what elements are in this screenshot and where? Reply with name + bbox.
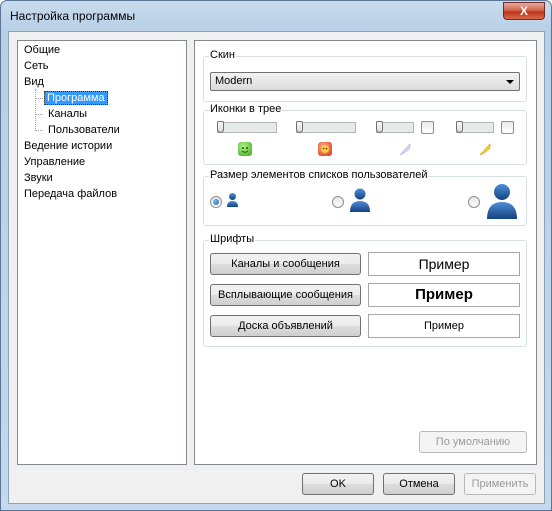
fonts-group-label: Шрифты — [209, 233, 256, 245]
tree-item-program[interactable]: Программа — [44, 91, 108, 105]
bulletin-board-font-button[interactable]: Доска объявлений — [210, 315, 361, 337]
popup-messages-font-sample: Пример — [368, 283, 520, 307]
tray-checkbox-4[interactable] — [501, 121, 514, 134]
tray-slider-4-thumb[interactable] — [456, 121, 463, 133]
tree-item-general[interactable]: Общие — [24, 43, 60, 57]
size-medium-radio[interactable] — [332, 196, 344, 208]
channels-messages-font-sample: Пример — [368, 252, 520, 276]
tray-checkbox-3[interactable] — [421, 121, 434, 134]
skin-select-value: Modern — [215, 75, 253, 87]
cancel-button[interactable]: Отмена — [383, 473, 455, 495]
tree-item-users[interactable]: Пользователи — [48, 123, 120, 137]
popup-messages-font-button[interactable]: Всплывающие сообщения — [210, 284, 361, 306]
tree-item-history[interactable]: Ведение истории — [24, 139, 112, 153]
skin-group: Скин Modern — [203, 49, 527, 102]
fonts-group: Шрифты Каналы и сообщения Пример Всплыва… — [203, 233, 527, 347]
tray-slider-3-thumb[interactable] — [376, 121, 383, 133]
user-medium-icon — [349, 187, 371, 213]
user-large-icon — [486, 182, 518, 220]
tray-slider-2-thumb[interactable] — [296, 121, 303, 133]
user-list-size-label: Размер элементов списков пользователей — [209, 169, 429, 181]
tree-item-control[interactable]: Управление — [24, 155, 85, 169]
tree-connector — [35, 89, 36, 131]
close-button[interactable]: X — [503, 2, 545, 20]
tree-connector — [35, 98, 43, 99]
feather-lavender-icon — [398, 142, 412, 156]
settings-tree: Общие Сеть Вид Программа Каналы Пользова… — [17, 40, 187, 465]
chevron-down-icon — [506, 80, 514, 84]
size-large-radio[interactable] — [468, 196, 480, 208]
tray-icons-group-label: Иконки в трее — [209, 103, 283, 115]
channels-messages-font-button[interactable]: Каналы и сообщения — [210, 253, 361, 275]
tree-item-program-label: Программа — [44, 91, 108, 105]
bulletin-board-font-sample: Пример — [368, 314, 520, 338]
tray-slider-1[interactable] — [217, 122, 277, 133]
tree-connector — [35, 130, 43, 131]
smile-green-icon — [238, 142, 252, 156]
tree-item-view[interactable]: Вид — [24, 75, 44, 89]
angry-red-icon — [318, 142, 332, 156]
settings-panel: Скин Modern Иконки в трее Размер элемент… — [194, 40, 537, 465]
tray-icons-group: Иконки в трее — [203, 103, 527, 165]
tree-item-channels[interactable]: Каналы — [48, 107, 87, 121]
client-area: Общие Сеть Вид Программа Каналы Пользова… — [8, 31, 545, 504]
tree-connector — [35, 114, 43, 115]
settings-window: Настройка программы X Общие Сеть Вид Про… — [0, 0, 552, 511]
close-icon: X — [519, 4, 528, 18]
tree-item-network[interactable]: Сеть — [24, 59, 48, 73]
skin-select[interactable]: Modern — [210, 72, 520, 91]
feather-yellow-icon — [478, 142, 492, 156]
skin-group-label: Скин — [209, 49, 236, 61]
tray-slider-1-thumb[interactable] — [217, 121, 224, 133]
ok-button[interactable]: OK — [302, 473, 374, 495]
size-small-radio[interactable] — [210, 196, 222, 208]
tray-slider-2[interactable] — [296, 122, 356, 133]
user-list-size-group: Размер элементов списков пользователей — [203, 169, 527, 226]
title-bar[interactable]: Настройка программы X — [1, 1, 551, 31]
apply-button[interactable]: Применить — [464, 473, 536, 495]
user-small-icon — [226, 192, 239, 208]
window-title: Настройка программы — [10, 9, 136, 23]
tree-item-sounds[interactable]: Звуки — [24, 171, 53, 185]
defaults-button[interactable]: По умолчанию — [419, 431, 527, 453]
tree-item-file-transfer[interactable]: Передача файлов — [24, 187, 117, 201]
